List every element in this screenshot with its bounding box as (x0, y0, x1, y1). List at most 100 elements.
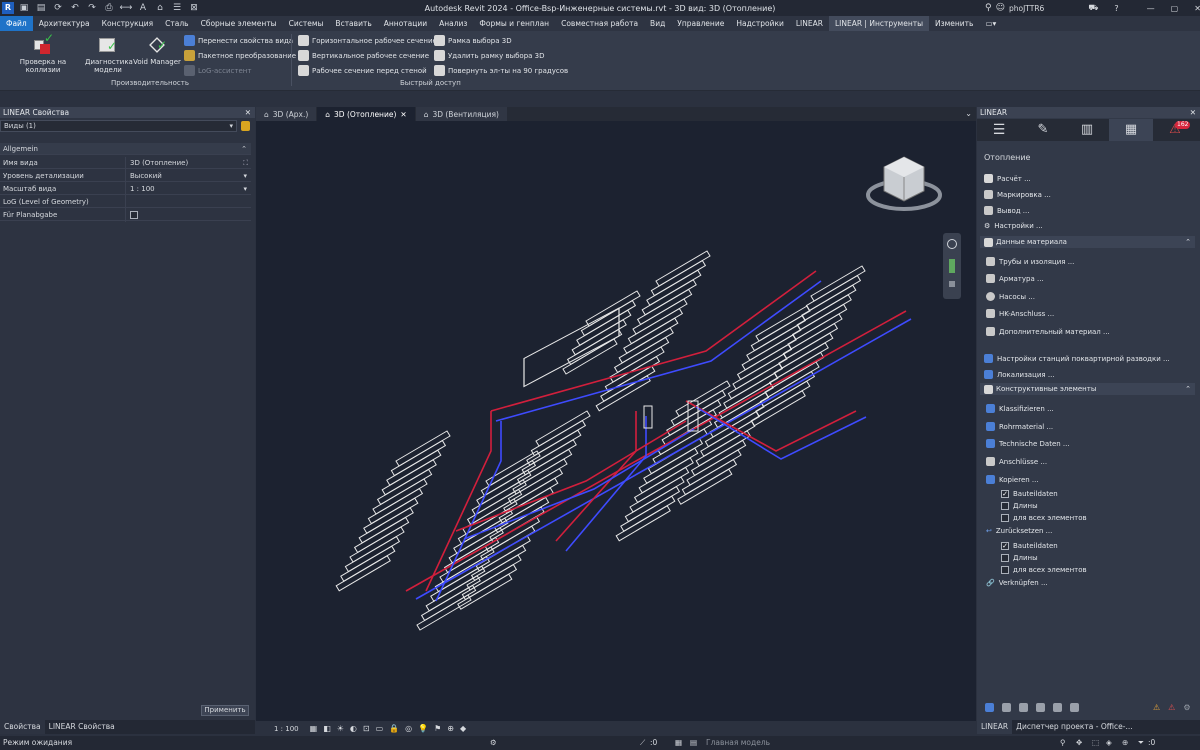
section-material-data[interactable]: Данные материала ⌃ (980, 236, 1195, 248)
vertical-section-button[interactable]: Вертикальное рабочее сечение (298, 50, 429, 61)
layer-tool-icon[interactable] (1036, 703, 1045, 712)
reset-check-bauteildaten[interactable]: ✓ Bauteildaten (1001, 542, 1058, 550)
checkbox-checked[interactable]: ✓ (1001, 542, 1009, 550)
filter-funnel-icon[interactable]: ⏷ (1138, 736, 1144, 750)
view-scale[interactable]: 1 : 100 (256, 725, 307, 733)
menu-view[interactable]: Вид (644, 16, 671, 31)
pumps-item[interactable]: Насосы ... (986, 292, 1035, 301)
revit-app-button[interactable]: R (2, 2, 14, 14)
calc-item[interactable]: Расчёт ... (984, 174, 1031, 183)
measure-icon[interactable]: ⟷ (119, 2, 133, 14)
pipes-item[interactable]: Трубы и изоляция ... (986, 257, 1074, 266)
menu-precast[interactable]: Сборные элементы (195, 16, 283, 31)
maximize-button[interactable]: ▢ (1171, 4, 1179, 13)
menu-systems[interactable]: Системы (283, 16, 330, 31)
redo-icon[interactable]: ↷ (85, 2, 99, 14)
settings-small-icon[interactable]: ⚙ (1183, 703, 1190, 712)
error-small-icon[interactable]: ⚠ (1168, 703, 1175, 712)
close-panel-icon[interactable]: ✕ (1190, 107, 1196, 118)
tagging-item[interactable]: Маркировка ... (984, 190, 1051, 199)
menu-addins[interactable]: Надстройки (730, 16, 790, 31)
hk-connection-item[interactable]: HK-Anschluss ... (986, 309, 1054, 318)
cart-icon[interactable]: ⛟ (1088, 3, 1098, 13)
selection-box-button[interactable]: Рамка выбора 3D (434, 35, 512, 46)
batch-convert-button[interactable]: Пакетное преобразование (184, 50, 296, 61)
sun-path-icon[interactable]: ☀ (337, 724, 344, 733)
log-assistant-button[interactable]: LoG-ассистент (184, 65, 251, 76)
tab-3d-ventilation[interactable]: ⌂ 3D (Вентиляция) (415, 107, 507, 121)
reset-item[interactable]: ↩ Zurücksetzen ... (986, 527, 1052, 535)
lock-icon[interactable] (241, 121, 250, 131)
reveal-hidden-icon[interactable]: 💡 (418, 724, 428, 733)
pipe-material-item[interactable]: Rohrmaterial ... (986, 422, 1053, 431)
tab-3d-heating[interactable]: ⌂ 3D (Отопление) ✕ (317, 107, 415, 121)
menu-icon[interactable]: ☰ (977, 119, 1021, 141)
text-icon[interactable]: A (136, 2, 150, 14)
section-construct-elements[interactable]: Конструктивные элементы ⌃ (980, 383, 1195, 395)
select-links-icon[interactable]: ⚲ (1060, 736, 1066, 750)
connections-item[interactable]: Anschlüsse ... (986, 457, 1047, 466)
plan-release-checkbox[interactable] (130, 211, 138, 219)
ribbon-toggle-icon[interactable]: ▭▾ (979, 16, 1002, 31)
delete-selection-box-button[interactable]: Удалить рамку выбора 3D (434, 50, 545, 61)
checkbox[interactable] (1001, 502, 1009, 510)
edit-icon[interactable]: ⛶ (243, 157, 248, 169)
menu-linear-tools[interactable]: LINEAR | Инструменты (828, 16, 930, 31)
thin-lines-icon[interactable]: ☰ (170, 2, 184, 14)
lock-view-icon[interactable]: 🔒 (389, 724, 399, 733)
menu-linear[interactable]: LINEAR (790, 16, 829, 31)
close-tab-icon[interactable]: ✕ (400, 110, 406, 119)
menu-massing[interactable]: Формы и генплан (473, 16, 555, 31)
horizontal-section-button[interactable]: Горизонтальное рабочее сечение (298, 35, 437, 46)
editable-icon[interactable]: ⟋ (640, 736, 645, 750)
reset-check-lengths[interactable]: Длины (1001, 554, 1038, 562)
copy-check-all[interactable]: для всех элементов (1001, 514, 1087, 522)
checkbox[interactable] (1001, 514, 1009, 522)
columns-icon[interactable]: ▥ (1065, 119, 1109, 141)
transfer-view-props-button[interactable]: Перенести свойства вида (184, 35, 293, 46)
radiator-tool-icon[interactable] (1019, 703, 1028, 712)
select-pinned-icon[interactable]: ✥ (1076, 736, 1082, 750)
close-hidden-icon[interactable]: ⊠ (187, 2, 201, 14)
shadows-icon[interactable]: ◐ (350, 724, 357, 733)
marker-tool-icon[interactable] (1070, 703, 1079, 712)
edit-icon[interactable]: ✎ (1021, 119, 1065, 141)
element-type-selector[interactable]: Виды (1) ▾ (0, 120, 237, 132)
menu-steel[interactable]: Сталь (159, 16, 194, 31)
settings-item[interactable]: ⚙ Настройки ... (984, 222, 1043, 230)
highlight-icon[interactable]: ◆ (460, 724, 466, 733)
tab-properties[interactable]: Свойства (0, 720, 45, 734)
warning-small-icon[interactable]: ⚠ (1153, 703, 1160, 712)
pipe-tool-icon[interactable] (985, 703, 994, 712)
model-diagnostics-button[interactable]: ✓ Диагностика модели (85, 34, 133, 74)
minimize-button[interactable]: — (1147, 4, 1155, 13)
output-item[interactable]: Вывод ... (984, 206, 1029, 215)
3d-viewport[interactable] (256, 121, 976, 721)
drag-select-icon[interactable]: ⊕ (1122, 736, 1128, 750)
close-button[interactable]: ✕ (1194, 4, 1200, 13)
menu-modify[interactable]: Изменить (929, 16, 979, 31)
section-general[interactable]: Allgemein ⌃ (0, 143, 251, 155)
box-tool-icon[interactable] (1053, 703, 1062, 712)
classify-item[interactable]: Klassifizieren ... (986, 404, 1054, 413)
checkbox[interactable] (1001, 566, 1009, 574)
checkbox[interactable] (1001, 554, 1009, 562)
fitting-tool-icon[interactable] (1002, 703, 1011, 712)
save-icon[interactable]: ▤ (34, 2, 48, 14)
localization-item[interactable]: Локализация ... (984, 370, 1055, 379)
tab-linear-properties[interactable]: LINEAR Свойства (45, 720, 119, 734)
select-face-icon[interactable]: ◈ (1106, 736, 1112, 750)
menu-architecture[interactable]: Архитектура (33, 16, 96, 31)
show-crop-icon[interactable]: ▭ (376, 724, 384, 733)
filter-icon[interactable]: ▤ (690, 736, 697, 750)
link-item[interactable]: 🔗 Verknüpfen ... (986, 579, 1048, 587)
stations-item[interactable]: Настройки станций поквартирной разводки … (984, 354, 1170, 363)
fittings-item[interactable]: Арматура ... (986, 274, 1044, 283)
calculator-icon[interactable]: ▦ (1109, 119, 1153, 141)
tab-menu-icon[interactable]: ⌄ (965, 107, 976, 121)
analytical-model-icon[interactable]: ⊕ (447, 724, 454, 733)
collision-check-button[interactable]: ✓ Проверка на коллизии (3, 32, 83, 74)
rotate-90-button[interactable]: Повернуть эл-ты на 90 градусов (434, 65, 568, 76)
close-panel-icon[interactable]: ✕ (245, 107, 251, 118)
main-model-selector[interactable]: Главная модель (706, 736, 770, 750)
